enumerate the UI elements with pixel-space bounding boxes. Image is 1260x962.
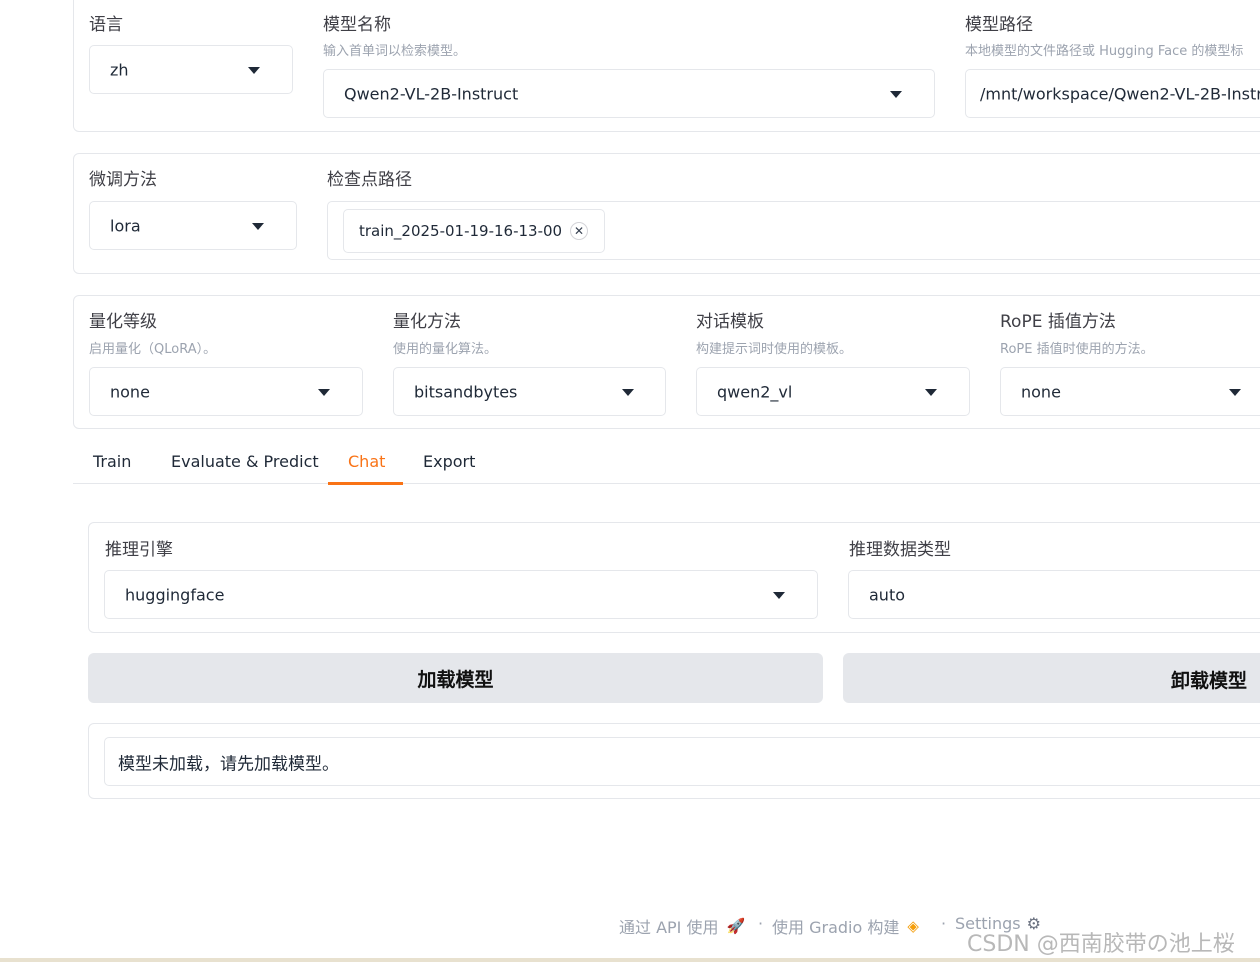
finetune-value: lora: [110, 216, 141, 235]
unload-model-button-label: 卸载模型: [1171, 670, 1248, 692]
tab-evaluate-predict[interactable]: Evaluate & Predict: [171, 452, 319, 471]
finetune-dropdown[interactable]: lora: [89, 201, 297, 250]
rope-label: RoPE 插值方法: [1000, 312, 1116, 332]
template-value: qwen2_vl: [717, 382, 793, 401]
checkpoint-label: 检查点路径: [327, 170, 412, 190]
footer-separator: ·: [941, 914, 947, 933]
quant-bit-value: none: [110, 382, 150, 401]
close-icon[interactable]: ✕: [570, 222, 588, 240]
quant-bit-hint: 启用量化（QLoRA）。: [89, 342, 217, 357]
chevron-down-icon: [252, 223, 264, 230]
footer-api-link[interactable]: 通过 API 使用 🚀: [619, 914, 745, 938]
gradio-logo-icon: ◈: [907, 917, 919, 935]
status-textbox[interactable]: 模型未加载，请先加载模型。: [104, 737, 1260, 786]
checkpoint-chip-label: train_2025-01-19-16-13-00: [359, 222, 563, 240]
checkpoint-multiselect[interactable]: train_2025-01-19-16-13-00 ✕: [327, 201, 1260, 260]
status-text: 模型未加载，请先加载模型。: [118, 754, 339, 774]
chevron-down-icon: [773, 592, 785, 599]
rocket-icon: 🚀: [726, 917, 746, 935]
unload-model-button[interactable]: 卸载模型: [843, 653, 1260, 703]
checkpoint-chip: train_2025-01-19-16-13-00 ✕: [343, 209, 605, 253]
rope-value: none: [1021, 382, 1061, 401]
infer-backend-label: 推理引擎: [105, 540, 173, 560]
tab-chat[interactable]: Chat: [348, 452, 385, 471]
template-hint: 构建提示词时使用的模板。: [696, 342, 853, 357]
language-dropdown[interactable]: zh: [89, 45, 293, 94]
quant-method-dropdown[interactable]: bitsandbytes: [393, 367, 666, 416]
footer-separator: ·: [758, 914, 764, 933]
model-name-label: 模型名称: [323, 15, 391, 35]
model-path-value: /mnt/workspace/Qwen2-VL-2B-Instru: [980, 84, 1260, 103]
footer-gradio-label: 使用 Gradio 构建: [772, 918, 900, 937]
model-name-dropdown[interactable]: Qwen2-VL-2B-Instruct: [323, 69, 935, 118]
quant-method-label: 量化方法: [393, 312, 461, 332]
chevron-down-icon: [925, 389, 937, 396]
template-label: 对话模板: [696, 312, 764, 332]
quant-bit-label: 量化等级: [89, 312, 157, 332]
language-value: zh: [110, 60, 129, 79]
active-tab-indicator: [328, 482, 403, 485]
infer-backend-dropdown[interactable]: huggingface: [104, 570, 818, 619]
quant-bit-dropdown[interactable]: none: [89, 367, 363, 416]
template-dropdown[interactable]: qwen2_vl: [696, 367, 970, 416]
model-path-hint: 本地模型的文件路径或 Hugging Face 的模型标: [965, 44, 1244, 59]
tab-bar-divider: [73, 483, 1260, 484]
chevron-down-icon: [622, 389, 634, 396]
chevron-down-icon: [1229, 389, 1241, 396]
infer-dtype-label: 推理数据类型: [849, 540, 951, 560]
chevron-down-icon: [248, 67, 260, 74]
model-name-hint: 输入首单词以检索模型。: [323, 44, 467, 59]
language-label: 语言: [89, 15, 123, 35]
tab-train[interactable]: Train: [93, 452, 131, 471]
load-model-button[interactable]: 加载模型: [88, 653, 823, 703]
infer-dtype-value: auto: [869, 585, 906, 604]
infer-backend-value: huggingface: [125, 585, 225, 604]
model-path-label: 模型路径: [965, 15, 1033, 35]
model-path-input[interactable]: /mnt/workspace/Qwen2-VL-2B-Instru: [965, 69, 1260, 118]
watermark: CSDN @西南胶带の池上桜: [967, 932, 1235, 957]
rope-dropdown[interactable]: none: [1000, 367, 1260, 416]
chevron-down-icon: [890, 91, 902, 98]
quant-method-hint: 使用的量化算法。: [393, 342, 498, 357]
model-name-value: Qwen2-VL-2B-Instruct: [344, 84, 519, 103]
infer-dtype-dropdown[interactable]: auto: [848, 570, 1260, 619]
finetune-label: 微调方法: [89, 170, 157, 190]
rope-hint: RoPE 插值时使用的方法。: [1000, 342, 1154, 357]
footer-api-label: 通过 API 使用: [619, 918, 719, 937]
chevron-down-icon: [318, 389, 330, 396]
bottom-edge: [0, 958, 1260, 962]
tab-export[interactable]: Export: [423, 452, 475, 471]
quant-method-value: bitsandbytes: [414, 382, 518, 401]
footer-gradio-link[interactable]: 使用 Gradio 构建 ◈: [772, 914, 919, 938]
